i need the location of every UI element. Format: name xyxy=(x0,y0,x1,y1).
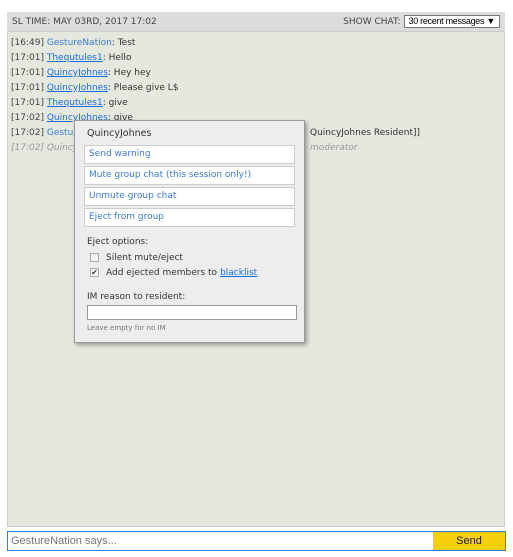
show-chat-select[interactable]: 30 recent messages ▼ xyxy=(403,15,500,28)
timestamp: [17:01] xyxy=(11,98,44,108)
silent-checkbox[interactable] xyxy=(90,253,99,262)
chat-header: SL TIME: MAY 03RD, 2017 17:02 SHOW CHAT:… xyxy=(7,12,505,31)
timestamp: [17:01] xyxy=(11,68,44,78)
chat-line: [17:01] QuincyJohnes: Please give L$ xyxy=(11,81,501,96)
send-warning-button[interactable]: Send warning xyxy=(84,145,295,164)
timestamp: [17:01] xyxy=(11,53,44,63)
chat-line: [17:01] QuincyJohnes: Hey hey xyxy=(11,66,501,81)
eject-options-label: Eject options: xyxy=(87,237,149,247)
chat-line: [17:01] Thequtules1: Hello xyxy=(11,51,501,66)
popup-title: QuincyJohnes xyxy=(87,128,152,139)
timestamp: [17:02] xyxy=(11,113,44,123)
blacklist-link[interactable]: blacklist xyxy=(220,268,257,278)
im-reason-label: IM reason to resident: xyxy=(87,292,186,302)
sender-name[interactable]: GestureNation xyxy=(47,38,112,48)
unmute-group-chat-button[interactable]: Unmute group chat xyxy=(84,187,295,206)
message-text: : Hello xyxy=(102,53,132,63)
eject-from-group-button[interactable]: Eject from group xyxy=(84,208,295,227)
chat-line: [17:01] Thequtules1: give xyxy=(11,96,501,111)
message-text: : Test xyxy=(111,38,136,48)
message-text: QuincyJohnes Resident]] xyxy=(310,128,421,138)
im-hint: Leave empty for no IM xyxy=(87,324,166,332)
message-text: moderator xyxy=(310,143,358,153)
blacklist-label: Add ejected members to xyxy=(106,267,218,278)
sender-name[interactable]: QuincyJohnes xyxy=(47,83,108,93)
sl-time: SL TIME: MAY 03RD, 2017 17:02 xyxy=(12,16,157,27)
im-reason-input[interactable] xyxy=(87,305,297,320)
chat-line: [16:49] GestureNation: Test xyxy=(11,36,501,51)
blacklist-checkbox[interactable]: ✔ xyxy=(90,268,99,277)
mute-group-chat-button[interactable]: Mute group chat (this session only!) xyxy=(84,166,295,185)
message-text: : Hey hey xyxy=(107,68,151,78)
send-button[interactable]: Send xyxy=(433,532,505,550)
timestamp: [17:02] xyxy=(11,128,44,138)
show-chat-label: SHOW CHAT: xyxy=(343,17,401,27)
chat-input-bar: Send xyxy=(7,531,506,551)
timestamp: [16:49] xyxy=(11,38,44,48)
message-text: : give xyxy=(102,98,128,108)
timestamp: [17:01] xyxy=(11,83,44,93)
chat-input[interactable] xyxy=(8,532,433,550)
message-text: : Please give L$ xyxy=(107,83,179,93)
timestamp: [17:02] xyxy=(11,143,44,153)
sender-name[interactable]: Thequtules1 xyxy=(47,98,103,108)
sender-name[interactable]: QuincyJohnes xyxy=(47,68,108,78)
moderation-popup: QuincyJohnes Send warning Mute group cha… xyxy=(74,120,305,343)
silent-label: Silent mute/eject xyxy=(106,252,183,263)
sender-name[interactable]: Thequtules1 xyxy=(47,53,103,63)
sender-name[interactable]: Gestur xyxy=(47,128,77,138)
